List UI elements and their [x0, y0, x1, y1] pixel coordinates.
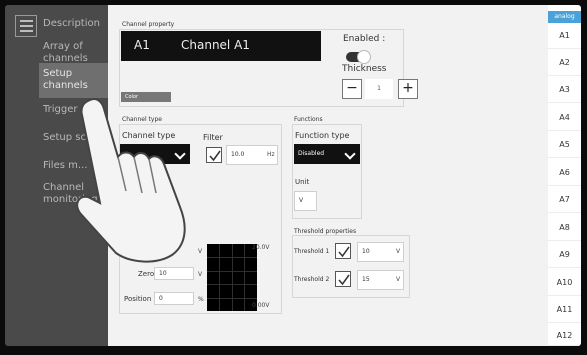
sidebar-item-setup-channels[interactable]: Setup channels — [43, 68, 103, 92]
threshold-2-value: 15 — [362, 276, 370, 283]
check-icon — [338, 246, 350, 258]
menu-icon[interactable] — [15, 15, 37, 37]
thickness-value[interactable]: 1 — [365, 79, 393, 99]
check-icon — [338, 274, 350, 286]
threshold-1-unit: V — [396, 248, 401, 255]
tab-a3[interactable]: A3 — [548, 77, 581, 103]
channel-property-title: Channel property — [122, 21, 175, 28]
tab-group-analog[interactable]: analog — [548, 11, 581, 23]
threshold-2-unit: V — [396, 276, 401, 283]
tab-a2[interactable]: A2 — [548, 50, 581, 76]
sidebar-item-array-of-channels[interactable]: Array of channels — [43, 41, 103, 65]
scale-max-label: 20.0V — [252, 244, 270, 251]
threshold-1-value: 10 — [362, 248, 370, 255]
enabled-switch[interactable] — [346, 50, 371, 64]
thickness-decrement-button[interactable]: − — [342, 79, 362, 99]
zero-unit: V — [198, 271, 203, 278]
thickness-increment-button[interactable]: + — [398, 79, 418, 99]
threshold-2-input[interactable]: 15 V — [357, 270, 404, 290]
unit-input[interactable]: V — [294, 191, 317, 211]
tab-a10[interactable]: A10 — [548, 270, 581, 296]
filter-value: 10.0 — [231, 151, 245, 158]
tab-a1[interactable]: A1 — [548, 23, 581, 49]
unit-label: Unit — [295, 178, 310, 186]
threshold-1-checkbox[interactable] — [335, 243, 351, 259]
tab-a4[interactable]: A4 — [548, 105, 581, 131]
zero-label: Zero — [138, 270, 155, 278]
zero-input[interactable]: 10 — [154, 267, 194, 280]
tab-a12[interactable]: A12 — [548, 323, 581, 346]
threshold-1-label: Threshold 1 — [294, 248, 330, 255]
filter-value-input[interactable]: 10.0 Hz — [226, 145, 278, 165]
scale-min-label: 0.00V — [252, 302, 270, 309]
channel-id: A1 — [134, 38, 150, 52]
pointing-hand-icon — [76, 98, 186, 263]
position-input[interactable]: 0 — [154, 292, 194, 305]
tab-a9[interactable]: A9 — [548, 242, 581, 268]
tab-a7[interactable]: A7 — [548, 187, 581, 213]
tab-a11[interactable]: A11 — [548, 297, 581, 323]
screen-frame: Description Array of channels Setup chan… — [5, 5, 581, 346]
sidebar-item-description[interactable]: Description — [43, 18, 100, 30]
thickness-label: Thickness — [342, 64, 387, 74]
threshold-1-input[interactable]: 10 V — [357, 242, 404, 262]
filter-label: Filter — [203, 133, 223, 142]
tab-a5[interactable]: A5 — [548, 132, 581, 158]
position-unit: % — [198, 296, 204, 303]
threshold-title: Threshold properties — [294, 228, 357, 235]
enabled-label: Enabled : — [343, 34, 386, 44]
channel-name-box: A1 Channel A1 — [121, 31, 321, 61]
channel-name: Channel A1 — [181, 38, 250, 52]
check-icon — [209, 150, 221, 162]
function-type-value: Disabled — [298, 150, 325, 157]
position-label: Position — [124, 295, 152, 303]
chevron-down-icon — [344, 148, 356, 160]
threshold-2-checkbox[interactable] — [335, 271, 351, 287]
threshold-2-label: Threshold 2 — [294, 276, 330, 283]
switch-knob — [357, 50, 371, 64]
filter-checkbox[interactable] — [206, 147, 222, 163]
function-type-label: Function type — [295, 131, 350, 140]
filter-unit: Hz — [267, 151, 275, 158]
tab-a8[interactable]: A8 — [548, 215, 581, 241]
scale-preview — [207, 244, 257, 311]
functions-title: Functions — [294, 116, 323, 123]
function-type-select[interactable]: Disabled — [294, 144, 360, 164]
tab-a6[interactable]: A6 — [548, 160, 581, 186]
